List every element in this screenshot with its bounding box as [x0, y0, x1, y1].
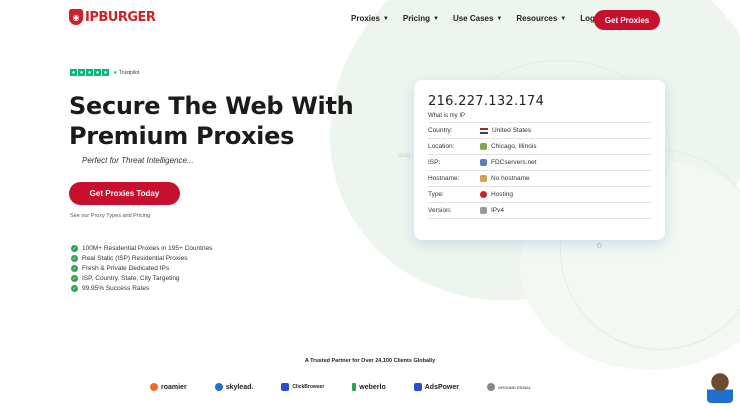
nav-label: Pricing: [402, 14, 430, 23]
chevron-down-icon: ▼: [382, 15, 389, 22]
partner-name: skylead.: [225, 383, 254, 391]
check-icon: ✓: [71, 285, 78, 292]
feature-text: Fresh & Private Dedicated IPs: [82, 265, 170, 272]
star-icon: ★: [94, 69, 101, 76]
hero-subtitle: Perfect for Threat Intelligence...: [82, 156, 194, 165]
ip-address: 216.227.132.174: [428, 94, 545, 109]
partner-name: ClickBrowser: [292, 384, 325, 390]
row-value: IPv4: [491, 207, 505, 214]
partner-clickbrowser: ClickBrowser: [281, 383, 324, 391]
partner-skylead: skylead.: [214, 383, 254, 391]
background-logo-icon: ✿: [596, 241, 603, 250]
feature-list: ✓ 100M+ Residential Proxies in 195+ Count…: [71, 245, 212, 292]
partner-name: weberlo: [359, 383, 386, 391]
feature-text: 100M+ Residential Proxies in 195+ Countr…: [82, 245, 213, 252]
logo[interactable]: ◉ IPBURGER: [69, 9, 156, 25]
version-icon: [480, 207, 487, 214]
feature-item: ✓ 99.95% Success Rates: [71, 285, 212, 292]
roamier-logo-icon: [150, 383, 158, 391]
trustpilot-rating[interactable]: ★ ★ ★ ★ ★ ★ Trustpilot: [70, 69, 139, 76]
partner-roamier: roamier: [150, 383, 187, 391]
row-key: Hostname:: [428, 175, 460, 182]
ip-row-type: Type: Hosting: [428, 187, 651, 203]
hosting-icon: [480, 191, 487, 198]
partner-weberlo: weberlo: [352, 383, 386, 391]
ip-row-version: Version: IPv4: [428, 203, 651, 219]
ip-row-country: Country: United States: [428, 123, 651, 139]
feature-text: ISP, Country, State, City Targeting: [82, 275, 180, 282]
page: ebay ✿ ◉ IPBURGER Proxies ▼ Pricing ▼ Use …: [0, 0, 740, 409]
main-nav: Proxies ▼ Pricing ▼ Use Cases ▼ Resources ▼ …: [351, 14, 602, 23]
partner-ground: GROUND ESSIAL: [486, 383, 532, 391]
row-key: ISP:: [428, 159, 441, 166]
location-icon: [480, 143, 487, 150]
star-icon: ★: [102, 69, 109, 76]
ip-row-location: Location: Chicago, Illinois: [428, 139, 651, 155]
ip-row-hostname: Hostname: No hostname: [428, 171, 651, 187]
star-icon: ★: [70, 69, 77, 76]
row-key: Location:: [428, 143, 455, 150]
what-is-my-ip-label: What is my IP: [428, 113, 651, 123]
row-key: Version:: [428, 207, 452, 214]
page-title: Secure The Web With Premium Proxies: [69, 92, 354, 150]
check-icon: ✓: [71, 275, 78, 282]
row-value: United States: [492, 127, 532, 134]
nav-label: Resources: [516, 14, 558, 23]
hostname-icon: [480, 175, 487, 182]
partners-heading: A Trusted Partner for Over 24,100 Client…: [304, 358, 436, 364]
feature-text: Real Static (ISP) Residential Proxies: [82, 255, 188, 262]
row-value: No hostname: [491, 175, 530, 182]
feature-item: ✓ 100M+ Residential Proxies in 195+ Count…: [71, 245, 212, 252]
row-value: FDCservers.net: [491, 159, 537, 166]
weberlo-logo-icon: [352, 383, 357, 391]
chevron-down-icon: ▼: [560, 15, 567, 22]
nav-label: Use Cases: [452, 14, 494, 23]
row-key: Type:: [428, 191, 444, 198]
nav-resources[interactable]: Resources ▼: [516, 14, 566, 23]
feature-item: ✓ Real Static (ISP) Residential Proxies: [71, 255, 212, 262]
rating-stars: ★ ★ ★ ★ ★: [70, 69, 109, 76]
shield-logo-icon: ◉: [69, 9, 83, 25]
check-icon: ✓: [71, 245, 78, 252]
partner-name: AdsPower: [424, 383, 459, 391]
background-logo-ebay: ebay: [398, 153, 412, 159]
star-icon: ★: [86, 69, 93, 76]
row-value: Hosting: [491, 191, 514, 198]
ip-info-card: 216.227.132.174 What is my IP Country: Un…: [414, 80, 665, 240]
trustpilot-text: Trustpilot: [118, 69, 140, 76]
trustpilot-star-icon: ★: [113, 69, 118, 76]
star-icon: ★: [78, 69, 85, 76]
row-value: Chicago, Illinois: [491, 143, 537, 150]
get-proxies-button[interactable]: Get Proxies: [594, 10, 660, 30]
check-icon: ✓: [71, 265, 78, 272]
ground-logo-icon: [486, 383, 495, 391]
server-icon: [480, 159, 487, 166]
check-icon: ✓: [71, 255, 78, 262]
ip-row-isp: ISP: FDCservers.net: [428, 155, 651, 171]
get-proxies-today-button[interactable]: Get Proxies Today: [69, 182, 180, 205]
feature-text: 99.95% Success Rates: [82, 285, 150, 292]
chat-avatar[interactable]: [707, 373, 733, 403]
chevron-down-icon: ▼: [496, 15, 503, 22]
partner-adspower: AdsPower: [413, 383, 459, 391]
logo-text: IPBURGER: [85, 9, 156, 25]
feature-item: ✓ Fresh & Private Dedicated IPs: [71, 265, 212, 272]
nav-use-cases[interactable]: Use Cases ▼: [453, 14, 502, 23]
nav-pricing[interactable]: Pricing ▼: [403, 14, 439, 23]
nav-proxies[interactable]: Proxies ▼: [351, 14, 389, 23]
adspower-logo-icon: [413, 383, 422, 391]
partner-name: GROUND ESSIAL: [497, 384, 532, 390]
nav-label: Proxies: [351, 14, 380, 23]
proxy-types-link[interactable]: See our Proxy Types and Pricing: [70, 213, 150, 219]
partner-logos: roamier skylead. ClickBrowser weberlo Ad…: [150, 383, 531, 391]
trustpilot-label: ★ Trustpilot: [113, 70, 139, 76]
chevron-down-icon: ▼: [432, 15, 439, 22]
clickbrowser-logo-icon: [281, 383, 290, 391]
us-flag-icon: [480, 127, 488, 134]
skylead-logo-icon: [214, 383, 223, 391]
row-key: Country:: [428, 127, 453, 134]
partner-name: roamier: [161, 383, 187, 391]
feature-item: ✓ ISP, Country, State, City Targeting: [71, 275, 212, 282]
